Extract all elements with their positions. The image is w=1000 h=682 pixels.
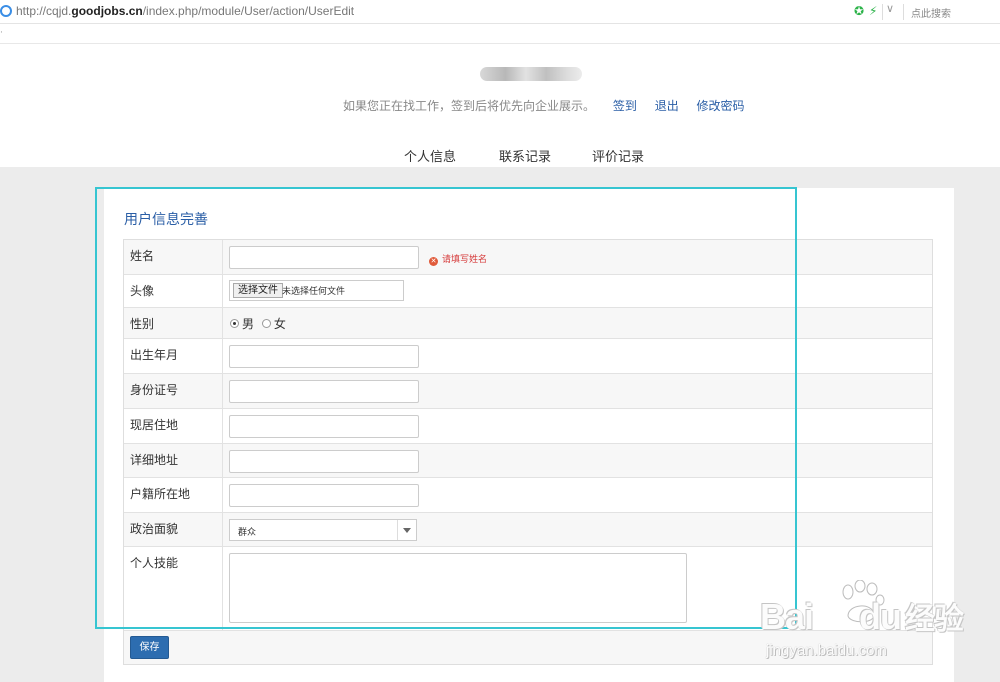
form-title: 用户信息完善 [124,212,208,228]
row-skills: 个人技能 [124,547,932,631]
url-text[interactable]: http://cqjd.goodjobs.cn/index.php/module… [16,4,354,18]
row-id-number: 身份证号 [124,374,932,409]
residence-label: 现居住地 [130,418,179,432]
id-number-input[interactable] [229,380,419,403]
birth-label: 出生年月 [130,348,179,362]
address-input[interactable] [229,450,419,473]
separator [903,4,904,20]
header-info: 如果您正在找工作，签到后将优先向企业展示。 签到 退出 修改密码 [343,97,745,114]
blurred-username [480,67,582,81]
skills-textarea[interactable] [229,553,687,623]
tab-personal-info[interactable]: 个人信息 [404,146,456,165]
political-selected-value: 群众 [238,528,257,538]
political-label: 政治面貌 [130,522,179,536]
choose-file-button[interactable]: 选择文件 [233,283,283,298]
nav-tabs: 个人信息 联系记录 评价记录 [0,146,1000,167]
row-actions: 保存 [124,631,932,664]
lightning-icon[interactable]: ⚡ [869,4,877,18]
row-hukou: 户籍所在地 [124,478,932,513]
row-birth: 出生年月 [124,339,932,374]
gender-label: 性别 [130,317,155,331]
name-input[interactable] [229,246,419,269]
extension-green-icon[interactable]: ✪ [854,4,864,18]
search-box[interactable]: 点此搜索 [911,5,951,20]
row-residence: 现居住地 [124,409,932,444]
file-status: 未选择任何文件 [282,287,346,297]
job-hint-text: 如果您正在找工作，签到后将优先向企业展示。 [343,99,596,113]
hukou-input[interactable] [229,484,419,507]
hukou-label: 户籍所在地 [130,487,191,501]
error-icon: ✕ [429,257,438,266]
residence-input[interactable] [229,415,419,438]
save-button[interactable]: 保存 [130,636,169,659]
bookmark-bar: · [0,24,1000,44]
name-label: 姓名 [130,249,155,263]
site-icon [0,5,12,17]
checkin-link[interactable]: 签到 [613,99,637,113]
avatar-file-input[interactable]: 选择文件 未选择任何文件 [229,280,404,301]
name-error: ✕ 请填写姓名 [429,255,488,266]
separator [882,4,883,20]
gender-female-label[interactable]: 女 [274,317,286,331]
row-address: 详细地址 [124,444,932,478]
row-name: 姓名 ✕ 请填写姓名 [124,240,932,275]
logout-link[interactable]: 退出 [655,99,679,113]
dropdown-arrow-icon[interactable] [403,528,411,533]
tab-contact-records[interactable]: 联系记录 [499,146,551,165]
address-label: 详细地址 [130,453,179,467]
gender-radio-group: 男 女 [230,315,290,332]
chevron-down-icon[interactable]: ∨ [886,2,894,15]
change-password-link[interactable]: 修改密码 [697,99,745,113]
bookmark-dot-icon: · [0,28,3,38]
gender-female-radio[interactable] [261,319,271,328]
row-political: 政治面貌 群众 [124,513,932,547]
address-bar[interactable]: http://cqjd.goodjobs.cn/index.php/module… [0,0,1000,24]
birth-input[interactable] [229,345,419,368]
gender-male-radio[interactable] [230,319,239,328]
avatar-label: 头像 [130,284,155,298]
user-info-form: 姓名 ✕ 请填写姓名 头像 选择文件 未选择任何文件 性别 男 女 出生年月 身份… [123,239,933,665]
row-avatar: 头像 选择文件 未选择任何文件 [124,275,932,308]
tab-review-records[interactable]: 评价记录 [592,146,644,165]
gender-male-label[interactable]: 男 [242,317,254,331]
political-select[interactable]: 群众 [229,519,417,541]
row-gender: 性别 男 女 [124,308,932,339]
skills-label: 个人技能 [130,556,179,570]
id-number-label: 身份证号 [130,383,179,397]
